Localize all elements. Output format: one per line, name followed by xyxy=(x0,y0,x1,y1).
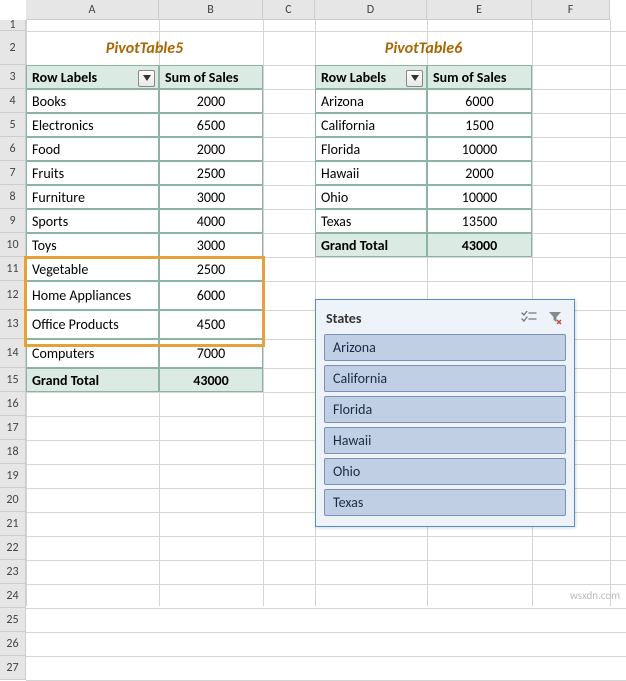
pivot-row-label[interactable]: Books xyxy=(26,89,159,113)
slicer-title: States xyxy=(326,310,361,327)
pivot-row-label[interactable]: California xyxy=(315,113,427,137)
pivot-row-value[interactable]: 2500 xyxy=(159,161,263,185)
pivot-row-value[interactable]: 3000 xyxy=(159,233,263,257)
row-header-17[interactable]: 17 xyxy=(0,416,26,440)
pivot-row-label[interactable]: Sports xyxy=(26,209,159,233)
pivot-row-label[interactable]: Florida xyxy=(315,137,427,161)
slicer-item[interactable]: Ohio xyxy=(324,458,566,485)
pivot-row-value[interactable]: 2500 xyxy=(159,257,263,281)
slicer-item[interactable]: Florida xyxy=(324,396,566,423)
pivot-row-label[interactable]: Fruits xyxy=(26,161,159,185)
pivot-row-label[interactable]: Electronics xyxy=(26,113,159,137)
slicer-states[interactable]: States Arizona California Florida Hawaii Ohi… xyxy=(315,299,575,527)
row-header-4[interactable]: 4 xyxy=(0,89,26,113)
slicer-item[interactable]: Arizona xyxy=(324,334,566,361)
row-header-26[interactable]: 26 xyxy=(0,632,26,656)
row-header-3[interactable]: 3 xyxy=(0,65,26,89)
pivot-row-value[interactable]: 13500 xyxy=(427,209,532,233)
pivot-row-value[interactable]: 4000 xyxy=(159,209,263,233)
slicer-item[interactable]: California xyxy=(324,365,566,392)
row-header-16[interactable]: 16 xyxy=(0,392,26,416)
pivot-row-value[interactable]: 4500 xyxy=(159,310,263,339)
row-header-18[interactable]: 18 xyxy=(0,440,26,464)
pivot-row-value[interactable]: 2000 xyxy=(159,137,263,161)
pivot-row-value[interactable]: 6000 xyxy=(427,89,532,113)
pivot-grand-total-value[interactable]: 43000 xyxy=(427,233,532,257)
pivot-row-label[interactable]: Toys xyxy=(26,233,159,257)
pivot-row-label[interactable]: Food xyxy=(26,137,159,161)
col-header-A[interactable]: A xyxy=(26,0,159,20)
col-header-E[interactable]: E xyxy=(427,0,532,20)
pivot-header-sum[interactable]: Sum of Sales xyxy=(159,65,263,89)
row-header-7[interactable]: 7 xyxy=(0,161,26,185)
pivot-row-value[interactable]: 1500 xyxy=(427,113,532,137)
row-header-9[interactable]: 9 xyxy=(0,209,26,233)
row-header-23[interactable]: 23 xyxy=(0,560,26,584)
clear-filter-icon[interactable] xyxy=(546,309,564,327)
pivot-row-label[interactable]: Vegetable xyxy=(26,257,159,281)
pivot-row-label[interactable]: Ohio xyxy=(315,185,427,209)
pivot-row-value[interactable]: 2000 xyxy=(159,89,263,113)
slicer-item[interactable]: Hawaii xyxy=(324,427,566,454)
pivot-row-value[interactable]: 6000 xyxy=(159,281,263,310)
row-header-6[interactable]: 6 xyxy=(0,137,26,161)
row-header-21[interactable]: 21 xyxy=(0,512,26,536)
col-header-C[interactable]: C xyxy=(263,0,315,20)
slicer-item[interactable]: Texas xyxy=(324,489,566,516)
pivot-row-label[interactable]: Hawaii xyxy=(315,161,427,185)
pivot-row-value[interactable]: 6500 xyxy=(159,113,263,137)
pivot-header-sum[interactable]: Sum of Sales xyxy=(427,65,532,89)
row-header-25[interactable]: 25 xyxy=(0,608,26,632)
row-header-11[interactable]: 11 xyxy=(0,257,26,281)
row-header-1[interactable]: 1 xyxy=(0,20,26,31)
watermark: wsxdn.com xyxy=(570,589,620,602)
pivot-row-label[interactable]: Arizona xyxy=(315,89,427,113)
col-header-B[interactable]: B xyxy=(159,0,263,20)
row-header-8[interactable]: 8 xyxy=(0,185,26,209)
pivot-row-value[interactable]: 10000 xyxy=(427,137,532,161)
row-header-14[interactable]: 14 xyxy=(0,339,26,368)
row-header-13[interactable]: 13 xyxy=(0,310,26,339)
pivot-grand-total-value[interactable]: 43000 xyxy=(159,368,263,392)
pivot-row-value[interactable]: 7000 xyxy=(159,339,263,368)
pivottable6-title: PivotTable6 xyxy=(315,31,532,65)
row-header-15[interactable]: 15 xyxy=(0,368,26,392)
filter-dropdown-icon[interactable] xyxy=(406,70,423,87)
slicer-header: States xyxy=(322,306,568,330)
pivot-row-label[interactable]: Texas xyxy=(315,209,427,233)
slicer-items: Arizona California Florida Hawaii Ohio Texas xyxy=(322,334,568,516)
pivottable5-title: PivotTable5 xyxy=(26,31,263,65)
pivot-grand-total-label[interactable]: Grand Total xyxy=(26,368,159,392)
row-header-24[interactable]: 24 xyxy=(0,584,26,608)
col-header-F[interactable]: F xyxy=(532,0,610,20)
row-header-5[interactable]: 5 xyxy=(0,113,26,137)
pivot-row-label[interactable]: Office Products xyxy=(26,310,159,339)
row-header-22[interactable]: 22 xyxy=(0,536,26,560)
row-header-27[interactable]: 27 xyxy=(0,656,26,680)
pivot-header-rowlabels[interactable]: Row Labels xyxy=(26,65,159,89)
row-header-10[interactable]: 10 xyxy=(0,233,26,257)
col-header-D[interactable]: D xyxy=(315,0,427,20)
filter-dropdown-icon[interactable] xyxy=(138,70,155,87)
pivot-row-value[interactable]: 3000 xyxy=(159,185,263,209)
pivot-row-value[interactable]: 10000 xyxy=(427,185,532,209)
pivot-grand-total-label[interactable]: Grand Total xyxy=(315,233,427,257)
multi-select-icon[interactable] xyxy=(520,309,538,327)
row-header-20[interactable]: 20 xyxy=(0,488,26,512)
row-header-19[interactable]: 19 xyxy=(0,464,26,488)
pivot-row-label[interactable]: Home Appliances xyxy=(26,281,159,310)
pivot-row-label[interactable]: Computers xyxy=(26,339,159,368)
column-headers: ABCDEF xyxy=(26,0,626,20)
pivot-row-value[interactable]: 2000 xyxy=(427,161,532,185)
row-header-2[interactable]: 2 xyxy=(0,31,26,65)
pivot-row-label[interactable]: Furniture xyxy=(26,185,159,209)
row-header-12[interactable]: 12 xyxy=(0,281,26,310)
pivot-header-rowlabels[interactable]: Row Labels xyxy=(315,65,427,89)
